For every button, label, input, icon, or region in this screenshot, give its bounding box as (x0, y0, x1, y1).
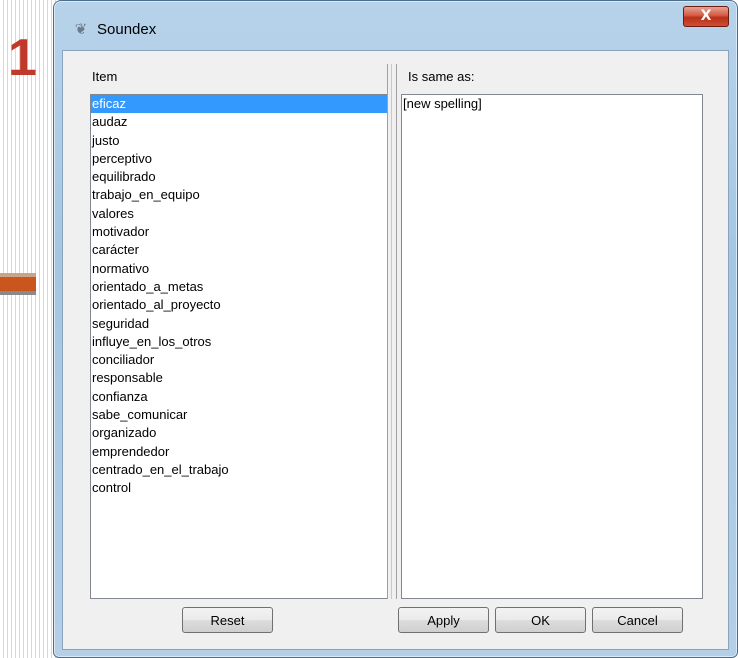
same-as-listbox[interactable]: [new spelling] (401, 94, 703, 599)
list-item[interactable]: sabe_comunicar (91, 406, 388, 424)
list-item[interactable]: seguridad (91, 315, 388, 333)
list-item[interactable]: equilibrado (91, 168, 388, 186)
list-item[interactable]: emprendedor (91, 443, 388, 461)
apply-button[interactable]: Apply (398, 607, 489, 633)
list-item[interactable]: influye_en_los_otros (91, 333, 388, 351)
list-item[interactable]: centrado_en_el_trabajo (91, 461, 388, 479)
same-as-column-header: Is same as: (408, 69, 475, 84)
soundex-dialog: ❦ Soundex X Item eficaz audaz justo percept… (53, 0, 738, 658)
reset-button[interactable]: Reset (182, 607, 273, 633)
slide-decorative-bar (0, 273, 36, 295)
soundex-app-icon: ❦ (74, 20, 88, 38)
list-item[interactable]: valores (91, 205, 388, 223)
pane-splitter[interactable] (387, 64, 397, 599)
list-item[interactable]: trabajo_en_equipo (91, 186, 388, 204)
dialog-client-area: Item eficaz audaz justo perceptivo equilibra… (62, 50, 729, 650)
list-item[interactable]: organizado (91, 424, 388, 442)
item-listbox[interactable]: eficaz audaz justo perceptivo equilibrado tra… (90, 94, 389, 599)
list-item[interactable]: normativo (91, 260, 388, 278)
list-item[interactable]: confianza (91, 388, 388, 406)
window-title: Soundex (97, 21, 157, 38)
cancel-button[interactable]: Cancel (592, 607, 683, 633)
list-item[interactable]: audaz (91, 113, 388, 131)
list-item[interactable]: orientado_al_proyecto (91, 296, 388, 314)
item-column-header: Item (92, 69, 118, 84)
slide-background-lines (0, 0, 60, 658)
list-item[interactable]: responsable (91, 369, 388, 387)
list-item[interactable]: control (91, 479, 388, 497)
title-bar[interactable]: ❦ Soundex X (54, 1, 737, 39)
list-item[interactable]: carácter (91, 241, 388, 259)
ok-button[interactable]: OK (495, 607, 586, 633)
list-item[interactable]: motivador (91, 223, 388, 241)
close-button[interactable]: X (683, 6, 729, 27)
list-item[interactable]: perceptivo (91, 150, 388, 168)
list-item[interactable]: eficaz (91, 95, 388, 114)
list-item[interactable]: [new spelling] (402, 95, 702, 113)
slide-number: 1 (8, 29, 37, 87)
list-item[interactable]: orientado_a_metas (91, 278, 388, 296)
list-item[interactable]: justo (91, 132, 388, 150)
list-item[interactable]: conciliador (91, 351, 388, 369)
